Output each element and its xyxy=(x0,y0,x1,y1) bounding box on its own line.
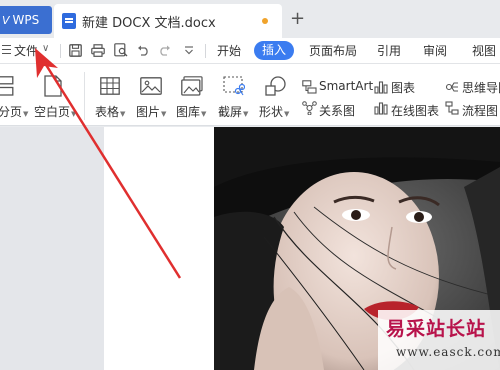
online-chart-button[interactable]: 在线图表 xyxy=(391,102,439,119)
wps-app-tab[interactable]: V WPS xyxy=(0,6,52,34)
online-chart-icon[interactable] xyxy=(374,101,388,118)
relation-chart-button[interactable]: 关系图 xyxy=(319,102,355,119)
wps-app-label: WPS xyxy=(12,13,40,27)
smartart-button[interactable]: SmartArt xyxy=(319,79,373,93)
annotation-arrow xyxy=(25,48,190,288)
screenshot-button[interactable]: 截屏▼ xyxy=(218,103,248,120)
chart-button[interactable]: 图表 xyxy=(391,79,415,96)
shape-icon[interactable] xyxy=(265,76,287,99)
word-document-icon xyxy=(62,13,76,29)
caret-down-icon: ▼ xyxy=(243,110,249,118)
chart-icon[interactable] xyxy=(374,80,388,97)
page-break-icon[interactable] xyxy=(0,76,14,96)
tab-review[interactable]: 审阅 xyxy=(423,42,447,60)
page-break-label: 分页 xyxy=(0,105,23,119)
unsaved-dot-icon xyxy=(262,18,268,24)
mindmap-button[interactable]: 思维导图 xyxy=(462,79,500,96)
wps-logo-icon: V xyxy=(2,13,10,27)
tab-home[interactable]: 开始 xyxy=(217,42,241,60)
watermark-title: 易采站长站 xyxy=(386,318,487,340)
tab-references[interactable]: 引用 xyxy=(377,42,401,60)
caret-down-icon: ▼ xyxy=(201,110,207,118)
shape-label: 形状 xyxy=(259,105,284,119)
tab-view[interactable]: 视图 xyxy=(472,42,496,60)
document-tab-title: 新建 DOCX 文档.docx xyxy=(82,15,216,31)
menu-hamburger-icon[interactable] xyxy=(2,45,11,54)
flowchart-button[interactable]: 流程图 xyxy=(462,102,498,119)
relation-chart-icon[interactable] xyxy=(302,101,317,118)
watermark-url: www.easck.com xyxy=(396,345,500,359)
document-tab[interactable]: 新建 DOCX 文档.docx xyxy=(54,4,282,38)
screenshot-icon[interactable] xyxy=(223,76,246,99)
new-tab-button[interactable]: + xyxy=(290,8,305,30)
divider xyxy=(205,44,206,58)
screenshot-label: 截屏 xyxy=(218,105,243,119)
smartart-icon[interactable] xyxy=(302,80,317,97)
tab-insert[interactable]: 插入 xyxy=(254,41,294,60)
mindmap-icon[interactable] xyxy=(445,80,459,97)
flowchart-icon[interactable] xyxy=(445,101,459,118)
shape-button[interactable]: 形状▼ xyxy=(259,103,289,120)
tab-page-layout[interactable]: 页面布局 xyxy=(309,42,357,60)
caret-down-icon: ▼ xyxy=(284,110,290,118)
